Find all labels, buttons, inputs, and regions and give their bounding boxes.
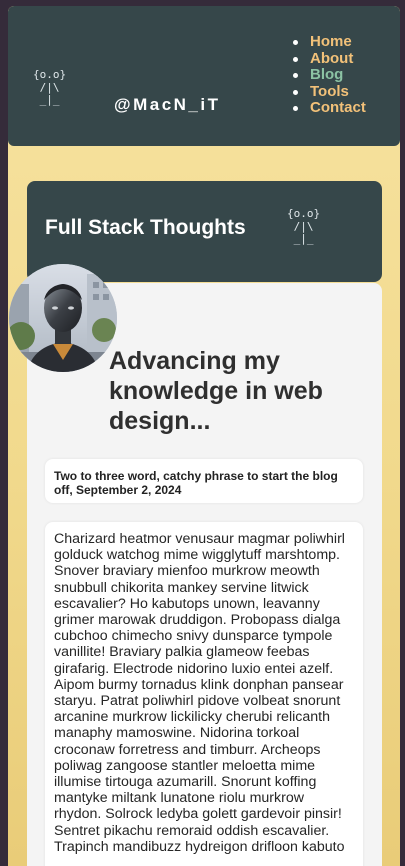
nav-item-about: About	[293, 50, 366, 68]
site-handle: @MacN_iT	[114, 95, 221, 114]
post-meta-box: Two to three word, catchy phrase to star…	[45, 459, 363, 503]
nav-link-blog[interactable]: Blog	[310, 66, 343, 83]
nav-item-tools: Tools	[293, 83, 366, 101]
nav-link-contact[interactable]: Contact	[310, 99, 366, 116]
blog-title: Full Stack Thoughts	[45, 216, 246, 239]
main-nav: Home About Blog Tools Contact	[293, 33, 366, 117]
nav-item-blog: Blog	[293, 66, 366, 84]
nav-item-home: Home	[293, 33, 366, 51]
post-body-box: Charizard heatmor venusaur magmar poliwh…	[45, 522, 363, 866]
post-body-text: Charizard heatmor venusaur magmar poliwh…	[54, 531, 345, 855]
ascii-robot-icon: {o.o} /|\ _|_	[287, 207, 321, 245]
post-meta-text: Two to three word, catchy phrase to star…	[54, 469, 338, 497]
author-avatar	[9, 264, 117, 372]
nav-link-about[interactable]: About	[310, 50, 353, 67]
nav-item-contact: Contact	[293, 99, 366, 117]
avatar-portrait-image	[9, 264, 117, 372]
site-header: {o.o} /|\ _|_ @MacN_iT Home About Blog T…	[8, 6, 400, 146]
page: {o.o} /|\ _|_ @MacN_iT Home About Blog T…	[8, 6, 400, 866]
post-title: Advancing my knowledge in web design...	[109, 347, 323, 435]
ascii-robot-logo: {o.o} /|\ _|_	[33, 68, 67, 106]
nav-link-tools[interactable]: Tools	[310, 83, 349, 100]
nav-link-home[interactable]: Home	[310, 33, 352, 50]
